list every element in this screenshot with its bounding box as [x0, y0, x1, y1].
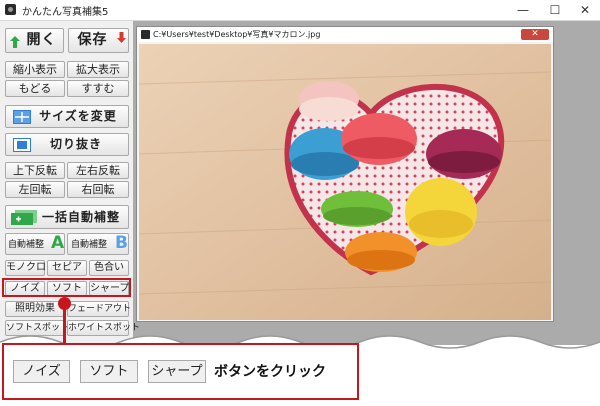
- rotate-left-button[interactable]: 左回転: [5, 181, 65, 198]
- open-label: 開く: [26, 32, 57, 48]
- photo-canvas[interactable]: [139, 44, 551, 320]
- image-file-path: C:¥Users¥test¥Desktop¥写真¥マカロン.jpg: [153, 30, 321, 39]
- zoom-out-button[interactable]: 縮小表示: [5, 61, 65, 78]
- auto-correct-all-button[interactable]: 一括自動補整: [5, 205, 129, 229]
- app-icon: [5, 4, 16, 15]
- callout-dot: [58, 297, 71, 310]
- resize-icon: [13, 110, 31, 124]
- callout-sharp-button: シャープ: [148, 360, 206, 383]
- window-title: かんたん写真補集5: [22, 7, 109, 18]
- save-label: 保存: [77, 32, 108, 48]
- sepia-button[interactable]: セピア: [47, 260, 87, 276]
- auto-correct-a-button[interactable]: 自動補整 A: [5, 233, 65, 255]
- auto-correct-b-letter: B: [115, 233, 128, 253]
- close-button[interactable]: ✕: [570, 0, 600, 20]
- zoom-in-button[interactable]: 拡大表示: [67, 61, 129, 78]
- macaron-photo: [139, 44, 551, 320]
- open-button[interactable]: 開く: [5, 28, 64, 53]
- callout-soft-button: ソフト: [80, 360, 138, 383]
- resize-label: サイズを変更: [39, 109, 117, 123]
- maximize-button[interactable]: ☐: [540, 0, 570, 20]
- crop-label: 切り抜き: [49, 137, 102, 151]
- callout-instruction: ボタンをクリック: [214, 364, 326, 380]
- image-window-title-bar: C:¥Users¥test¥Desktop¥写真¥マカロン.jpg ✕: [137, 27, 553, 42]
- download-arrow-icon: [117, 32, 126, 43]
- crop-button[interactable]: 切り抜き: [5, 133, 129, 156]
- auto-correct-b-button[interactable]: 自動補整 B: [67, 233, 129, 255]
- lighting-effect-button[interactable]: 照明効果: [5, 301, 65, 317]
- image-window-close-button[interactable]: ✕: [521, 29, 549, 40]
- monochrome-button[interactable]: モノクロ: [5, 260, 46, 276]
- flip-horizontal-button[interactable]: 左右反転: [67, 162, 129, 179]
- highlight-box: [2, 278, 131, 297]
- redo-button[interactable]: すすむ: [67, 80, 129, 97]
- image-window-icon: [141, 30, 150, 39]
- rotate-right-button[interactable]: 右回転: [67, 181, 129, 198]
- resize-button[interactable]: サイズを変更: [5, 105, 129, 128]
- auto-correct-icon: [11, 210, 37, 225]
- save-button[interactable]: 保存: [68, 28, 129, 53]
- callout-leader-line: [63, 305, 66, 345]
- undo-button[interactable]: もどる: [5, 80, 65, 97]
- hue-button[interactable]: 色合い: [89, 260, 129, 276]
- minimize-button[interactable]: —: [508, 0, 538, 20]
- crop-icon: [13, 138, 31, 152]
- auto-correct-b-label: 自動補整: [71, 240, 108, 250]
- fade-out-button[interactable]: フェードアウト: [67, 301, 131, 317]
- auto-correct-all-label: 一括自動補整: [41, 210, 120, 224]
- auto-correct-a-letter: A: [51, 233, 65, 253]
- auto-correct-a-label: 自動補整: [8, 240, 45, 250]
- title-bar: かんたん写真補集5 — ☐ ✕: [0, 0, 600, 21]
- image-window: C:¥Users¥test¥Desktop¥写真¥マカロン.jpg ✕: [136, 26, 554, 322]
- upload-arrow-icon: [10, 36, 20, 48]
- callout-box: ノイズ ソフト シャープ ボタンをクリック: [2, 343, 359, 400]
- callout-noise-button: ノイズ: [13, 360, 70, 383]
- flip-vertical-button[interactable]: 上下反転: [5, 162, 65, 179]
